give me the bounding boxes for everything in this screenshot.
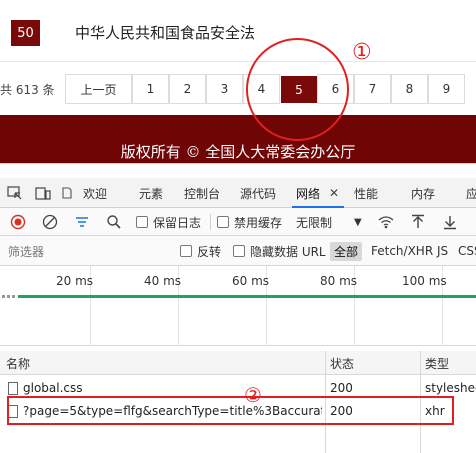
preserve-log-option[interactable]: 保留日志 <box>136 208 201 236</box>
welcome-tab-icon <box>60 184 74 202</box>
tab-sources[interactable]: 源代码 <box>240 178 276 208</box>
page-button-1[interactable]: 1 <box>132 74 169 104</box>
column-header-name[interactable]: 名称 <box>6 351 30 375</box>
record-icon[interactable] <box>9 213 27 231</box>
annotation-marker-1: ① <box>352 40 372 65</box>
annotation-highlight-xhr-row <box>7 396 454 425</box>
type-filter-all[interactable]: 全部 <box>330 237 363 265</box>
disable-cache-label: 禁用缓存 <box>234 215 283 230</box>
prev-page-button[interactable]: 上一页 <box>65 74 132 104</box>
column-header-type[interactable]: 类型 <box>425 351 449 375</box>
tab-console[interactable]: 控制台 <box>184 178 220 208</box>
law-list-row[interactable]: 50 中华人民共和国食品安全法 <box>0 0 476 62</box>
hide-data-urls-checkbox[interactable] <box>233 245 245 257</box>
invert-checkbox[interactable] <box>180 245 192 257</box>
type-filter-css[interactable]: CSS <box>458 237 476 265</box>
timeline-tick-label: 100 ms <box>402 274 447 288</box>
tab-overflow[interactable]: 应 <box>466 178 476 208</box>
column-header-status[interactable]: 状态 <box>330 351 354 375</box>
timeline-tick-label: 40 ms <box>144 274 182 288</box>
pagination: 共 613 条 上一页 1 2 3 4 5 6 7 8 9 <box>0 74 476 104</box>
throttle-value: 无限制 <box>296 215 333 230</box>
preserve-log-checkbox[interactable] <box>136 216 148 228</box>
timeline-tick-label: 80 ms <box>320 274 358 288</box>
tab-memory[interactable]: 内存 <box>411 178 435 208</box>
disable-cache-option[interactable]: 禁用缓存 <box>217 208 282 236</box>
law-title-link[interactable]: 中华人民共和国食品安全法 <box>75 22 255 43</box>
throttle-select[interactable]: 无限制 ▼ <box>296 208 362 236</box>
device-toolbar-icon[interactable] <box>34 184 52 202</box>
inspect-element-icon[interactable] <box>6 184 24 202</box>
hide-data-urls-label: 隐藏数据 URL <box>250 244 326 259</box>
document-icon <box>8 381 18 395</box>
annotation-circle-page5 <box>246 38 349 141</box>
type-filter-all-label: 全部 <box>330 241 363 261</box>
timeline-tick-label: 60 ms <box>232 274 270 288</box>
page-button-7[interactable]: 7 <box>354 74 391 104</box>
filter-icon[interactable] <box>73 213 91 231</box>
tab-network[interactable]: 网络 <box>296 178 320 208</box>
total-count: 共 613 条 <box>0 83 55 97</box>
copyright-text: 版权所有 © 全国人大常委会办公厅 <box>120 143 356 161</box>
requests-table-header: 名称 状态 类型 <box>0 351 476 375</box>
request-name: global.css <box>23 381 83 395</box>
network-conditions-icon[interactable] <box>376 213 396 231</box>
timeline-tick-label: 20 ms <box>56 274 94 288</box>
invert-option[interactable]: 反转 <box>180 237 221 265</box>
export-har-icon[interactable] <box>441 213 459 231</box>
tab-elements[interactable]: 元素 <box>139 178 163 208</box>
hide-data-urls-option[interactable]: 隐藏数据 URL <box>233 237 326 265</box>
type-filter-fetch-xhr[interactable]: Fetch/XHR <box>371 237 433 265</box>
timeline-request-bar <box>18 295 476 298</box>
site-footer: 版权所有 © 全国人大常委会办公厅 <box>0 115 476 163</box>
filter-input[interactable]: 筛选器 <box>2 240 172 262</box>
network-toolbar: 保留日志 禁用缓存 无限制 ▼ <box>0 208 476 236</box>
filter-toolbar: 筛选器 反转 隐藏数据 URL 全部 Fetch/XHR JS CSS <box>0 236 476 266</box>
page-button-8[interactable]: 8 <box>391 74 428 104</box>
type-filter-js[interactable]: JS <box>437 237 448 265</box>
devtools-tab-bar: 欢迎 元素 控制台 源代码 网络 ✕ 性能 内存 应 <box>0 178 476 208</box>
page-button-2[interactable]: 2 <box>169 74 206 104</box>
page-button-3[interactable]: 3 <box>206 74 243 104</box>
tab-welcome[interactable]: 欢迎 <box>83 178 107 208</box>
import-har-icon[interactable] <box>409 213 427 231</box>
clear-icon[interactable] <box>41 213 59 231</box>
item-number-badge: 50 <box>11 20 40 46</box>
timeline-waiting-bar <box>2 295 16 298</box>
preserve-log-label: 保留日志 <box>153 215 202 230</box>
invert-label: 反转 <box>197 244 222 259</box>
disable-cache-checkbox[interactable] <box>217 216 229 228</box>
annotation-marker-2: ② <box>244 383 262 407</box>
dropdown-arrow-icon: ▼ <box>354 216 362 228</box>
tab-performance[interactable]: 性能 <box>354 178 378 208</box>
network-overview-timeline[interactable]: 20 ms 40 ms 60 ms 80 ms 100 ms <box>0 266 476 346</box>
search-icon[interactable] <box>105 213 123 231</box>
page-button-9[interactable]: 9 <box>428 74 465 104</box>
close-tab-icon[interactable]: ✕ <box>327 185 341 201</box>
toolbar-separator <box>210 214 211 230</box>
